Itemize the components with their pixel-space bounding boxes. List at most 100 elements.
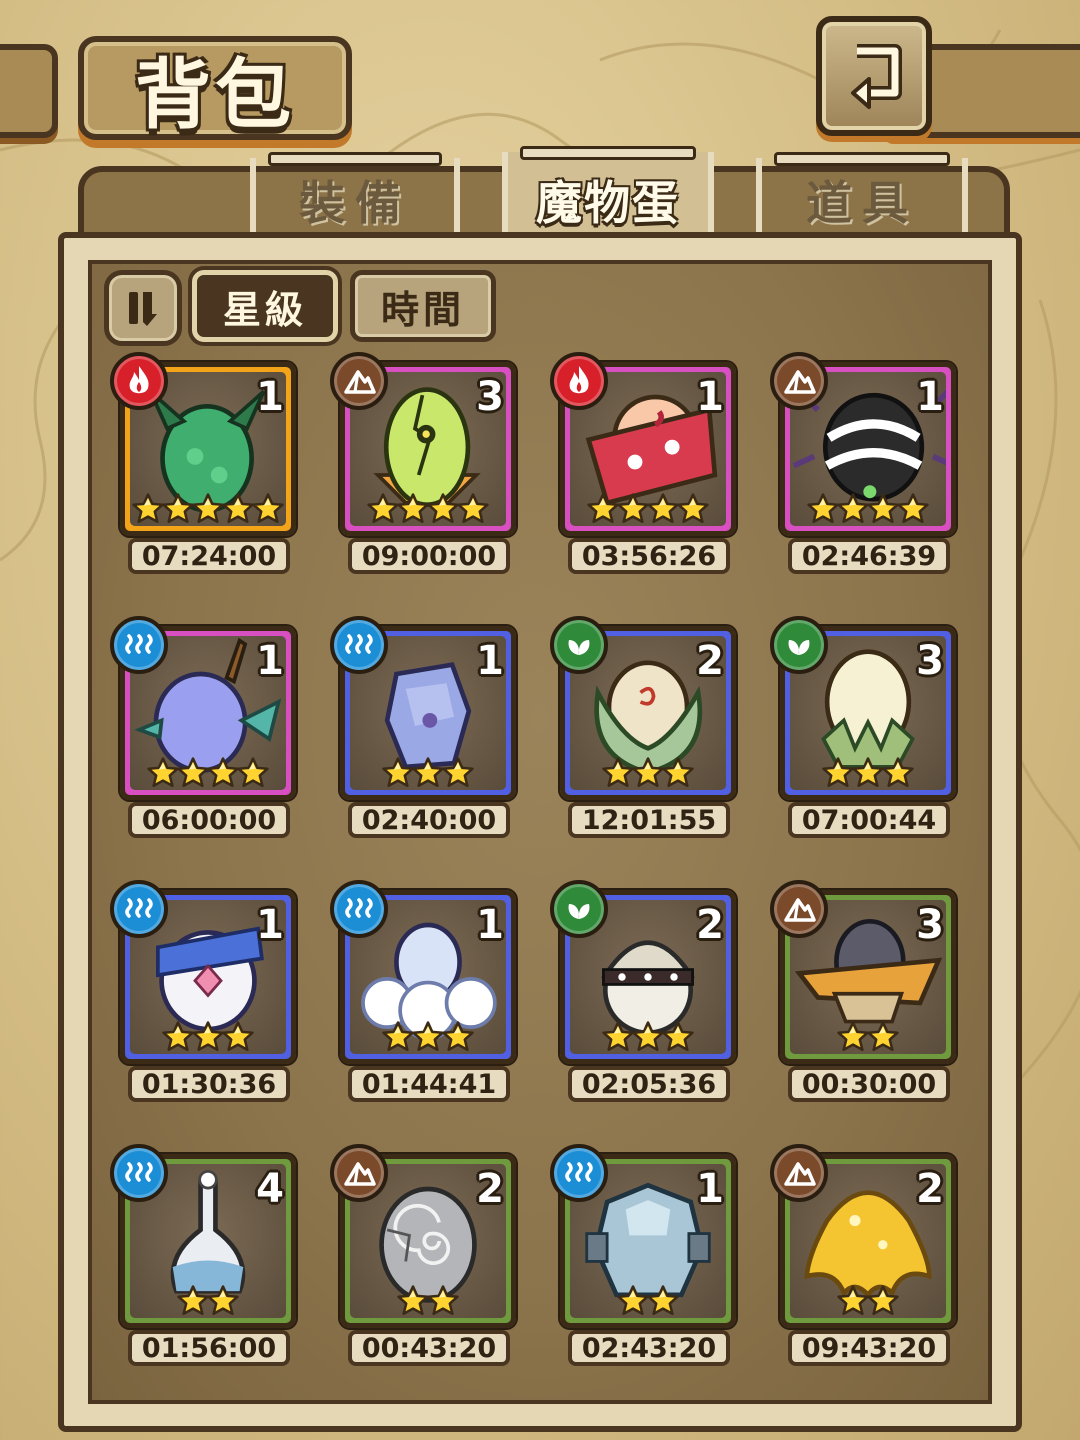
water-element-icon: [565, 1162, 593, 1182]
egg-card[interactable]: 3 09:00:00: [330, 352, 518, 576]
tab-equipment-label: 裝備: [299, 176, 411, 230]
egg-count: 1: [256, 374, 284, 420]
egg-card[interactable]: 1 02:40:00: [330, 616, 518, 840]
hatch-timer: 02:46:39: [788, 538, 950, 574]
star-icon: [647, 493, 679, 524]
egg-card[interactable]: 3 07:00:44: [770, 616, 958, 840]
star-icon: [177, 1285, 209, 1316]
element-badge: [110, 1144, 168, 1202]
star-icon: [382, 757, 414, 788]
star-icon: [852, 757, 884, 788]
star-icon: [662, 1021, 694, 1052]
hatch-timer: 09:00:00: [348, 538, 510, 574]
earth-element-icon: [784, 898, 816, 922]
element-badge: [770, 352, 828, 410]
element-badge: [110, 880, 168, 938]
water-element-icon: [345, 898, 373, 918]
star-icon: [147, 757, 179, 788]
tab-items[interactable]: 道具: [756, 152, 968, 242]
egg-card[interactable]: 3 00:30:00: [770, 880, 958, 1104]
egg-card[interactable]: 1 07:24:00: [110, 352, 298, 576]
star-icon: [192, 493, 224, 524]
egg-count: 1: [696, 1166, 724, 1212]
hatch-timer: 01:30:36: [128, 1066, 290, 1102]
hatch-timer: 00:43:20: [348, 1330, 510, 1366]
egg-card[interactable]: 1 03:56:26: [550, 352, 738, 576]
star-icon: [677, 493, 709, 524]
wind-element-icon: [568, 904, 590, 919]
return-arrow-icon: [851, 44, 902, 109]
star-icon: [162, 1021, 194, 1052]
egg-card[interactable]: 1 01:44:41: [330, 880, 518, 1104]
egg-count: 2: [696, 902, 724, 948]
hatch-timer: 07:24:00: [128, 538, 290, 574]
egg-card[interactable]: 1 02:46:39: [770, 352, 958, 576]
star-icon: [412, 757, 444, 788]
star-rating: [118, 1284, 298, 1318]
element-badge: [110, 616, 168, 674]
egg-card[interactable]: 1 01:30:36: [110, 880, 298, 1104]
star-rating: [558, 756, 738, 790]
egg-count: 2: [696, 638, 724, 684]
star-rating: [558, 1284, 738, 1318]
back-button[interactable]: [816, 16, 932, 136]
star-icon: [162, 493, 194, 524]
star-icon: [222, 1021, 254, 1052]
egg-card[interactable]: 1 02:43:20: [550, 1144, 738, 1368]
star-icon: [617, 1285, 649, 1316]
egg-count: 1: [476, 638, 504, 684]
hatch-timer: 02:43:20: [568, 1330, 730, 1366]
star-icon: [177, 757, 209, 788]
earth-element-icon: [784, 1162, 816, 1186]
star-icon: [367, 493, 399, 524]
earth-element-icon: [784, 370, 816, 394]
star-icon: [397, 1285, 429, 1316]
hatch-timer: 02:40:00: [348, 802, 510, 838]
sort-toggle-button[interactable]: [104, 270, 182, 346]
element-badge: [550, 352, 608, 410]
star-rating: [778, 1284, 958, 1318]
egg-card[interactable]: 2 12:01:55: [550, 616, 738, 840]
star-icon: [587, 493, 619, 524]
star-icon: [382, 1021, 414, 1052]
element-badge: [770, 880, 828, 938]
star-icon: [867, 1285, 899, 1316]
star-icon: [647, 1285, 679, 1316]
hatch-timer: 01:56:00: [128, 1330, 290, 1366]
sort-by-stars-button[interactable]: 星級: [192, 270, 338, 342]
star-icon: [632, 1021, 664, 1052]
egg-count: 1: [696, 374, 724, 420]
star-icon: [662, 757, 694, 788]
sort-by-time-button[interactable]: 時間: [350, 270, 496, 342]
header-left-stub: [0, 44, 58, 138]
star-icon: [837, 1021, 869, 1052]
egg-card[interactable]: 4 01:56:00: [110, 1144, 298, 1368]
water-element-icon: [125, 634, 153, 654]
element-badge: [550, 1144, 608, 1202]
egg-card[interactable]: 2 09:43:20: [770, 1144, 958, 1368]
star-icon: [427, 493, 459, 524]
title-plate: 背包: [78, 36, 352, 140]
egg-count: 3: [476, 374, 504, 420]
star-rating: [778, 756, 958, 790]
star-rating: [338, 492, 518, 526]
star-icon: [897, 493, 929, 524]
star-rating: [558, 492, 738, 526]
star-icon: [192, 1021, 224, 1052]
egg-card[interactable]: 2 02:05:36: [550, 880, 738, 1104]
star-icon: [602, 1021, 634, 1052]
egg-count: 1: [256, 902, 284, 948]
element-badge: [550, 880, 608, 938]
star-icon: [867, 1021, 899, 1052]
hatch-timer: 07:00:44: [788, 802, 950, 838]
star-rating: [338, 1020, 518, 1054]
hatch-timer: 09:43:20: [788, 1330, 950, 1366]
hatch-timer: 06:00:00: [128, 802, 290, 838]
egg-card[interactable]: 2 00:43:20: [330, 1144, 518, 1368]
tab-equipment[interactable]: 裝備: [250, 152, 460, 242]
egg-card[interactable]: 1 06:00:00: [110, 616, 298, 840]
star-icon: [237, 757, 269, 788]
egg-count: 4: [256, 1166, 284, 1212]
star-rating: [118, 1020, 298, 1054]
star-rating: [118, 492, 298, 526]
